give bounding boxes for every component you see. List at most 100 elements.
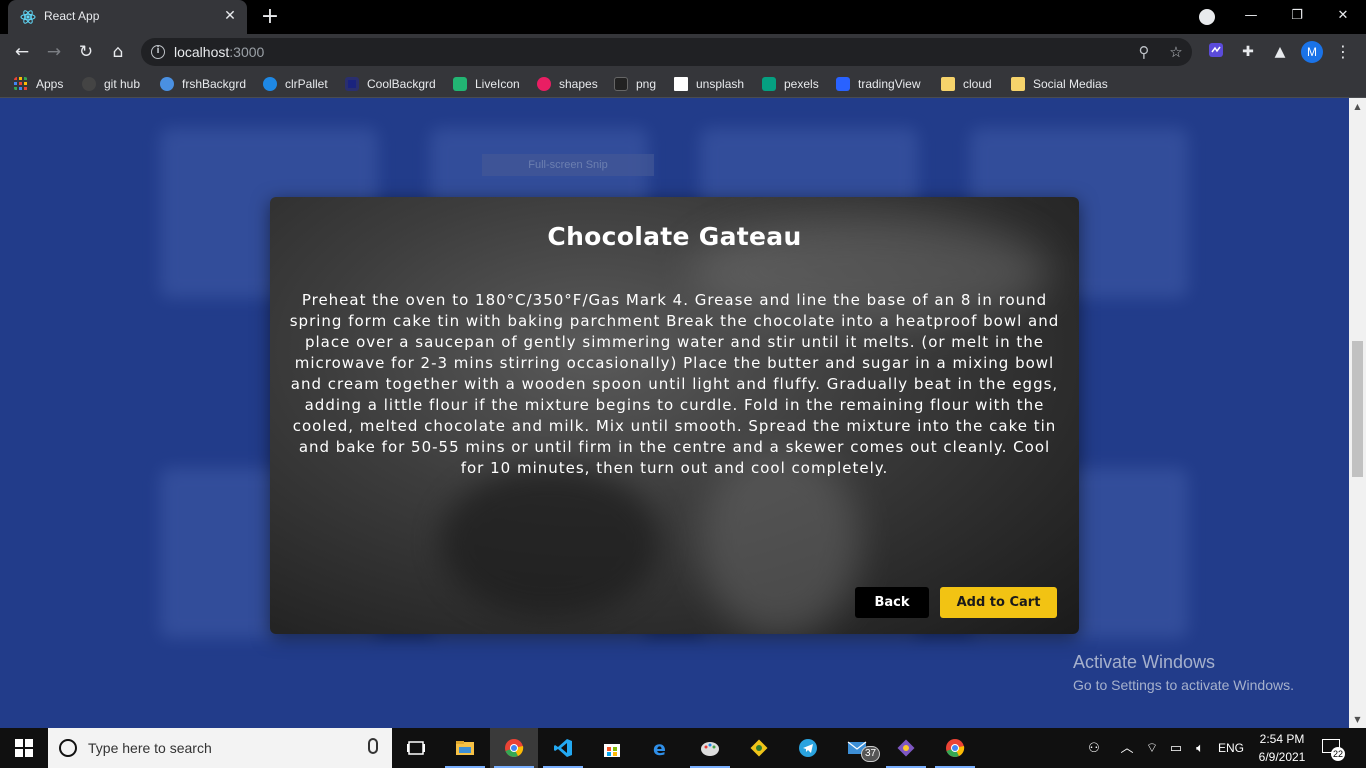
folder-icon: [1011, 77, 1025, 91]
store-button[interactable]: [588, 728, 636, 768]
svg-text:e: e: [653, 738, 666, 758]
bookmark-clrpallet[interactable]: clrPallet: [263, 75, 328, 93]
add-to-cart-button[interactable]: Add to Cart: [940, 587, 1057, 618]
modal-title: Chocolate Gateau: [547, 222, 802, 251]
bookmark-pexels[interactable]: pexels: [762, 75, 819, 93]
zoom-icon[interactable]: ⚲: [1134, 42, 1154, 62]
liveicon-icon: [453, 77, 467, 91]
chrome-profile-button[interactable]: [931, 728, 979, 768]
taskbar-search-box[interactable]: Type here to search: [48, 728, 392, 768]
unsplash-icon: [674, 77, 688, 91]
close-tab-icon[interactable]: ✕: [221, 7, 239, 25]
github-icon: [82, 77, 96, 91]
extension-icon[interactable]: [1206, 42, 1226, 62]
clock[interactable]: 2:54 PM 6/9/2021: [1254, 730, 1310, 766]
reload-icon[interactable]: ↻: [74, 40, 98, 64]
scroll-thumb[interactable]: [1352, 341, 1363, 477]
close-window-button[interactable]: ✕: [1320, 0, 1366, 34]
tradingview-icon: [836, 77, 850, 91]
recipe-description: Preheat the oven to 180°C/350°F/Gas Mark…: [289, 291, 1060, 477]
snip-overlay-label: Full-screen Snip: [482, 154, 654, 176]
battery-icon[interactable]: ▭: [1166, 728, 1186, 768]
site-info-icon[interactable]: i: [151, 45, 165, 59]
activate-windows-watermark: Activate Windows Go to Settings to activ…: [1073, 652, 1294, 693]
scroll-up-arrow-icon[interactable]: ▲: [1349, 98, 1366, 115]
notification-count: 22: [1331, 747, 1345, 761]
bookmark-png[interactable]: png: [614, 75, 656, 93]
apps-grid-icon: [14, 77, 27, 90]
vscode-button[interactable]: [539, 728, 587, 768]
bookmark-folder-cloud[interactable]: cloud: [941, 75, 992, 93]
back-button[interactable]: Back: [855, 587, 929, 618]
wifi-icon[interactable]: ⌔: [1142, 728, 1162, 768]
microphone-icon[interactable]: [368, 738, 378, 754]
tab-react-app[interactable]: React App ✕: [8, 0, 247, 34]
git-diamond-icon: [897, 739, 915, 757]
search-placeholder: Type here to search: [88, 740, 212, 756]
bookmark-shapes[interactable]: shapes: [537, 75, 598, 93]
clrpallet-icon: [263, 77, 277, 91]
telegram-button[interactable]: [784, 728, 832, 768]
git-diamond-icon: [750, 739, 768, 757]
page-scrollbar[interactable]: ▲ ▼: [1349, 98, 1366, 728]
search-circle-icon: [59, 739, 77, 757]
store-bag-icon: [604, 744, 620, 757]
bookmark-star-icon[interactable]: ☆: [1166, 42, 1186, 62]
windows-logo-icon: [15, 739, 33, 757]
avatar[interactable]: M: [1301, 41, 1323, 63]
media-control-icon[interactable]: [1199, 9, 1215, 25]
language-indicator[interactable]: ENG: [1214, 728, 1248, 768]
people-icon[interactable]: ⚇: [1083, 728, 1105, 768]
start-button[interactable]: [0, 728, 48, 768]
clock-time: 2:54 PM: [1259, 732, 1305, 746]
bookmark-folder-social-medias[interactable]: Social Medias: [1011, 75, 1108, 93]
puzzle-icon[interactable]: ✚: [1238, 42, 1258, 62]
coolbackgrd-icon: [345, 77, 359, 91]
chrome-button[interactable]: [490, 728, 538, 768]
react-icon: [20, 10, 36, 24]
mail-button[interactable]: 37: [833, 728, 881, 768]
bookmark-frshbackgrd[interactable]: frshBackgrd: [160, 75, 246, 93]
task-view-button[interactable]: [392, 728, 440, 768]
chrome-icon: [505, 739, 524, 757]
bookmark-tradingview[interactable]: tradingView: [836, 75, 920, 93]
scroll-down-arrow-icon[interactable]: ▼: [1349, 711, 1366, 728]
bookmark-coolbackgrd[interactable]: CoolBackgrd: [345, 75, 436, 93]
address-bar[interactable]: i localhost:3000 ⚲ ☆: [141, 38, 1192, 66]
browser-toolbar: ← → ↻ ⌂ i localhost:3000 ⚲ ☆ ✚ ▲ M ⋮: [0, 34, 1366, 70]
folder-icon: [941, 77, 955, 91]
folder-icon: [456, 741, 474, 755]
bookmark-apps[interactable]: Apps: [14, 75, 63, 93]
home-icon[interactable]: ⌂: [106, 40, 130, 64]
edge-button[interactable]: e: [637, 728, 685, 768]
bookmark-unsplash[interactable]: unsplash: [674, 75, 744, 93]
back-arrow-icon[interactable]: ←: [10, 40, 34, 64]
shapes-icon: [537, 77, 551, 91]
file-explorer-button[interactable]: [441, 728, 489, 768]
show-hidden-icons-chevron-icon[interactable]: ︿: [1117, 728, 1137, 768]
recipe-modal: Chocolate Gateau Preheat the oven to 180…: [270, 197, 1079, 634]
url-text: localhost:3000: [174, 44, 265, 60]
vscode-icon: [554, 739, 572, 757]
paint-palette-icon: [701, 742, 719, 756]
minimize-button[interactable]: —: [1228, 0, 1274, 34]
action-center-button[interactable]: 22: [1322, 737, 1345, 761]
chrome-icon: [946, 739, 965, 757]
forward-arrow-icon[interactable]: →: [42, 40, 66, 64]
restore-button[interactable]: ❐: [1274, 0, 1320, 34]
paint-button[interactable]: [686, 728, 734, 768]
png-icon: [614, 77, 628, 91]
bookmark-github[interactable]: git hub: [82, 75, 140, 93]
volume-icon[interactable]: 🔈︎: [1190, 728, 1210, 768]
labs-flask-icon[interactable]: ▲: [1270, 42, 1290, 62]
page-viewport: Full-screen Snip Chocolate Gateau Prehea…: [0, 98, 1349, 728]
git-app-button[interactable]: [735, 728, 783, 768]
bookmarks-bar: Apps git hub frshBackgrd clrPallet CoolB…: [0, 70, 1366, 98]
bookmark-liveicon[interactable]: LiveIcon: [453, 75, 520, 93]
sourcetree-button[interactable]: [882, 728, 930, 768]
pexels-icon: [762, 77, 776, 91]
new-tab-button[interactable]: +: [258, 5, 282, 29]
menu-kebab-icon[interactable]: ⋮: [1333, 41, 1353, 63]
clock-date: 6/9/2021: [1258, 750, 1306, 764]
tab-title: React App: [44, 9, 100, 23]
